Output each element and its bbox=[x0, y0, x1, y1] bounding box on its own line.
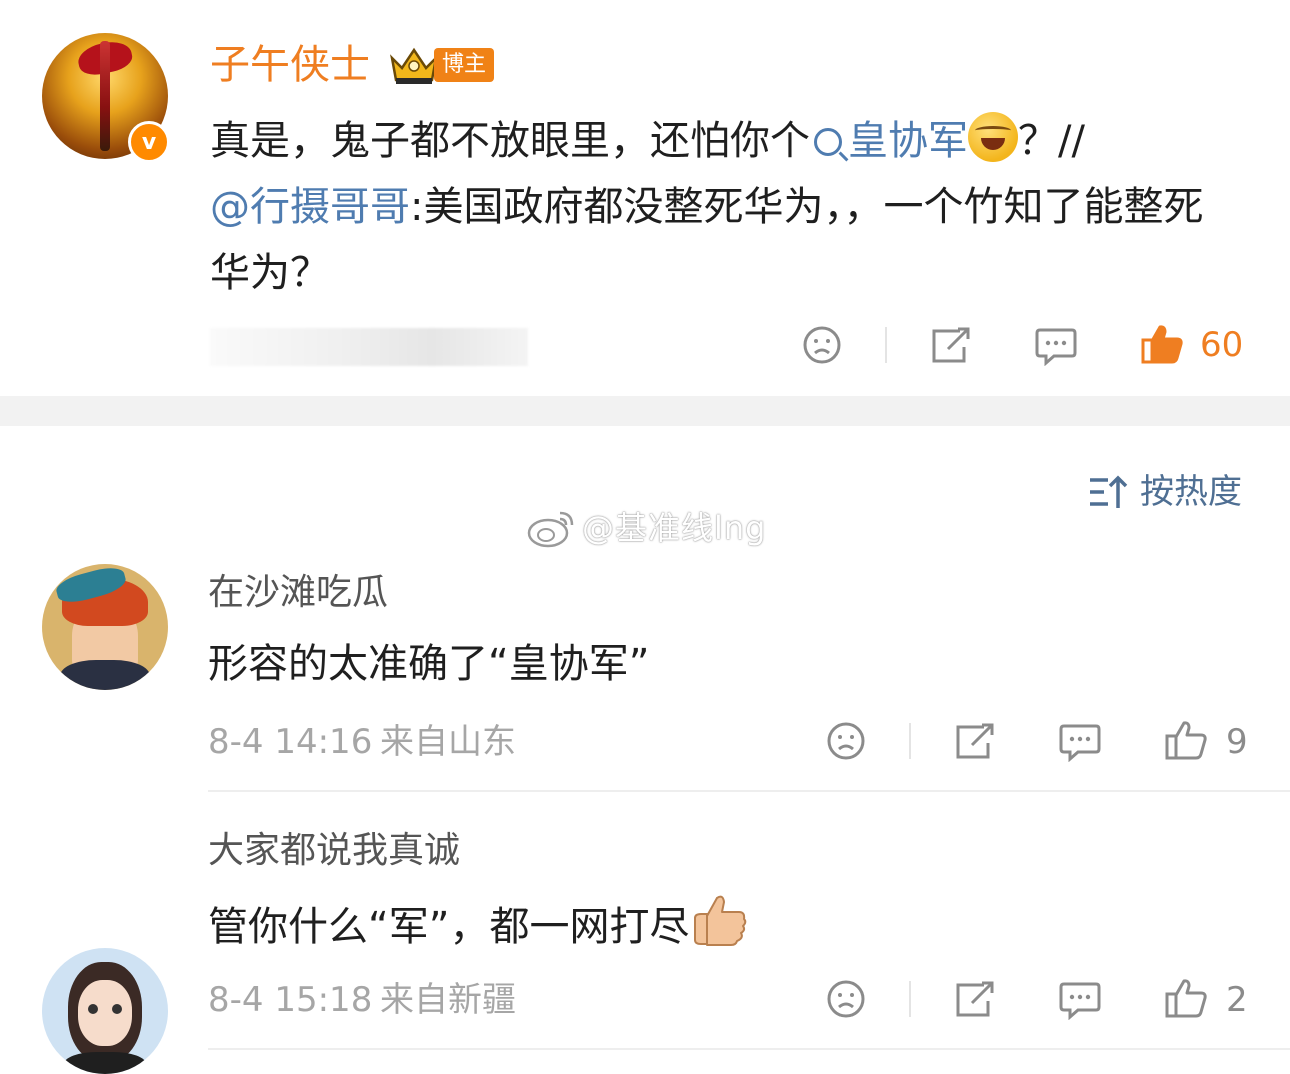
post-text-after-topic: ？// bbox=[1018, 118, 1085, 164]
comment-divider bbox=[208, 1048, 1290, 1050]
action-divider bbox=[885, 327, 887, 363]
comment-time: 8-4 14:16 bbox=[208, 722, 373, 762]
crown-icon bbox=[390, 47, 438, 84]
blurred-area bbox=[210, 328, 528, 366]
post-text-prefix: 真是，鬼子都不放眼里，还怕你个 bbox=[210, 118, 810, 164]
laugh-cry-emoji-icon bbox=[968, 112, 1018, 162]
comment-like-count: 2 bbox=[1226, 980, 1248, 1020]
topic-search-link[interactable]: 皇协军 bbox=[810, 118, 968, 164]
comment-icon[interactable] bbox=[1058, 980, 1102, 1020]
post-content: 真是，鬼子都不放眼里，还怕你个 皇协军 ？// @行摄哥哥:美国政府都没整死华为，，… bbox=[210, 108, 1210, 306]
comment-avatar[interactable] bbox=[42, 948, 168, 1074]
like-thumb-icon[interactable] bbox=[1140, 323, 1184, 365]
comment-icon[interactable] bbox=[1034, 326, 1078, 366]
comment-author-name[interactable]: 在沙滩吃瓜 bbox=[208, 570, 388, 616]
sort-icon[interactable] bbox=[1088, 474, 1128, 510]
comment-like-count: 9 bbox=[1226, 722, 1248, 762]
search-icon bbox=[814, 128, 842, 156]
comment-text: 形容的太准确了“皇协军” bbox=[208, 641, 650, 687]
dislike-face-icon[interactable] bbox=[802, 325, 842, 365]
thumbs-up-emoji-icon bbox=[694, 895, 747, 946]
section-separator bbox=[0, 396, 1290, 426]
verified-badge-icon: v bbox=[128, 121, 170, 163]
post-like-count: 60 bbox=[1200, 325, 1244, 365]
blogger-badge: 博主 bbox=[434, 48, 495, 82]
watermark-text: @基准线lng bbox=[582, 509, 767, 547]
like-thumb-icon[interactable] bbox=[1164, 977, 1208, 1019]
comment-author-name[interactable]: 大家都说我真诚 bbox=[208, 828, 460, 874]
comment-text: 管你什么“军”，都一网打尽 bbox=[208, 892, 749, 955]
share-icon[interactable] bbox=[954, 979, 996, 1019]
comment-divider bbox=[208, 790, 1290, 792]
share-icon[interactable] bbox=[930, 325, 972, 365]
mention-link[interactable]: @行摄哥哥 bbox=[210, 184, 410, 230]
dislike-face-icon[interactable] bbox=[826, 721, 866, 761]
weibo-logo-icon bbox=[527, 511, 574, 548]
topic-search-label: 皇协军 bbox=[848, 118, 968, 164]
action-divider bbox=[909, 981, 911, 1017]
sort-by-hot-button[interactable]: 按热度 bbox=[1140, 470, 1242, 514]
post-author-name[interactable]: 子午侠士 bbox=[210, 40, 370, 90]
comment-location: 来自新疆 bbox=[380, 980, 516, 1020]
action-divider bbox=[909, 723, 911, 759]
like-thumb-icon[interactable] bbox=[1164, 719, 1208, 761]
comment-time: 8-4 15:18 bbox=[208, 980, 373, 1020]
comment-location: 来自山东 bbox=[380, 722, 516, 762]
dislike-face-icon[interactable] bbox=[826, 979, 866, 1019]
comment-text-content: 管你什么“军”，都一网打尽 bbox=[208, 904, 690, 950]
share-icon[interactable] bbox=[954, 721, 996, 761]
comment-icon[interactable] bbox=[1058, 722, 1102, 762]
comment-avatar[interactable] bbox=[42, 564, 168, 690]
